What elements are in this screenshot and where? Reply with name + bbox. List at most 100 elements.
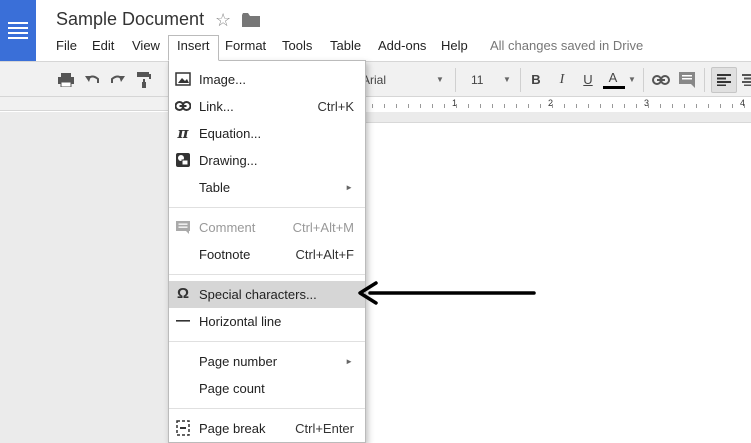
ruler-tick — [504, 104, 505, 108]
ruler-tick — [396, 104, 397, 108]
folder-icon[interactable] — [242, 13, 260, 27]
menu-item-special-characters[interactable]: Ω Special characters... — [169, 281, 365, 308]
menu-item-equation[interactable]: π Equation... — [169, 120, 365, 147]
ruler-tick — [648, 104, 649, 108]
link-icon — [175, 101, 191, 111]
menu-help[interactable]: Help — [433, 35, 476, 59]
menu-file[interactable]: File — [48, 35, 85, 59]
menu-item-shortcut: Ctrl+Alt+M — [292, 220, 354, 235]
menu-tools[interactable]: Tools — [274, 35, 320, 59]
menu-format[interactable]: Format — [217, 35, 274, 59]
toolbar-divider — [704, 68, 705, 92]
menu-separator — [169, 207, 365, 208]
text-color-caret-icon[interactable]: ▼ — [628, 62, 636, 98]
ruler-tick — [672, 104, 673, 108]
horizontal-line-icon — [176, 320, 190, 322]
drawing-icon — [176, 153, 190, 167]
menu-item-footnote[interactable]: Footnote Ctrl+Alt+F — [169, 241, 365, 268]
menu-item-label: Special characters... — [199, 287, 317, 302]
menu-item-page-count[interactable]: Page count — [169, 375, 365, 402]
ruler-tick — [732, 104, 733, 108]
ruler: 1 2 3 4 — [0, 97, 751, 111]
omega-icon: Ω — [176, 285, 190, 302]
menu-item-label: Link... — [199, 99, 234, 114]
menu-item-page-number[interactable]: Page number ► — [169, 348, 365, 375]
text-color-button[interactable]: A — [606, 62, 620, 98]
ruler-tick — [432, 104, 433, 108]
comment-icon — [176, 221, 190, 234]
text-color-bar — [603, 86, 625, 89]
font-size-selector[interactable]: 11 — [471, 62, 483, 98]
menu-separator — [169, 341, 365, 342]
ruler-tick — [540, 104, 541, 108]
italic-button[interactable]: I — [556, 62, 568, 98]
ruler-tick — [564, 104, 565, 108]
docs-home-icon[interactable] — [0, 0, 36, 61]
ruler-tick — [576, 104, 577, 108]
menu-item-page-break[interactable]: Page break Ctrl+Enter — [169, 415, 365, 442]
ruler-tick — [624, 104, 625, 108]
star-icon[interactable]: ☆ — [215, 9, 231, 31]
menu-item-label: Page number — [199, 354, 278, 369]
ruler-tick — [516, 104, 517, 108]
menu-item-label: Equation... — [199, 126, 262, 141]
ruler-tick — [372, 104, 373, 108]
menu-item-label: Page count — [199, 381, 265, 396]
menu-item-label: Drawing... — [199, 153, 258, 168]
menu-item-drawing[interactable]: Drawing... — [169, 147, 365, 174]
toolbar: Arial ▼ 11 ▼ B I U A ▼ — [0, 61, 751, 97]
ruler-tick — [480, 104, 481, 108]
app-header: Sample Document ☆ File Edit View Insert … — [0, 0, 751, 61]
ruler-tick — [588, 104, 589, 108]
submenu-arrow-icon: ► — [345, 183, 353, 192]
menu-item-label: Table — [199, 180, 231, 195]
annotation-arrow-icon — [358, 281, 536, 305]
menu-separator — [169, 408, 365, 409]
underline-button[interactable]: U — [582, 62, 594, 98]
menu-separator — [169, 274, 365, 275]
menu-item-shortcut: Ctrl+Enter — [295, 421, 354, 436]
menu-item-table[interactable]: Table ► — [169, 174, 365, 201]
menu-addons[interactable]: Add-ons — [370, 35, 434, 59]
redo-icon[interactable] — [110, 73, 126, 87]
ruler-tick — [468, 104, 469, 108]
ruler-tick — [600, 104, 601, 108]
menu-insert[interactable]: Insert — [168, 35, 219, 61]
align-left-icon — [717, 74, 731, 86]
menu-item-label: Footnote — [199, 247, 251, 262]
toolbar-divider — [520, 68, 521, 92]
font-caret-icon[interactable]: ▼ — [436, 62, 444, 98]
menu-item-label: Horizontal line — [199, 314, 282, 329]
toolbar-divider — [643, 68, 644, 92]
menu-item-image[interactable]: Image... — [169, 66, 365, 93]
menu-view[interactable]: View — [124, 35, 168, 59]
comment-icon[interactable] — [679, 72, 695, 88]
menu-item-comment[interactable]: Comment Ctrl+Alt+M — [169, 214, 365, 241]
bold-button[interactable]: B — [530, 62, 542, 98]
print-icon[interactable] — [58, 73, 74, 87]
menu-table[interactable]: Table — [322, 35, 369, 59]
ruler-tick — [684, 104, 685, 108]
document-title[interactable]: Sample Document — [56, 9, 204, 30]
menu-edit[interactable]: Edit — [84, 35, 122, 59]
ruler-tick — [708, 104, 709, 108]
ruler-tick — [420, 104, 421, 108]
align-left-button[interactable] — [711, 67, 737, 93]
font-size-caret-icon[interactable]: ▼ — [503, 62, 511, 98]
paint-format-icon[interactable] — [137, 72, 151, 88]
menu-item-horizontal-line[interactable]: Horizontal line — [169, 308, 365, 335]
undo-icon[interactable] — [84, 73, 100, 87]
link-icon[interactable] — [652, 75, 670, 85]
align-center-icon[interactable] — [742, 74, 751, 86]
insert-menu-dropdown: Image... Link... Ctrl+K π Equation... Dr… — [168, 60, 366, 443]
ruler-tick — [444, 104, 445, 108]
menu-item-link[interactable]: Link... Ctrl+K — [169, 93, 365, 120]
page-break-icon — [176, 420, 190, 436]
save-status: All changes saved in Drive — [490, 38, 644, 53]
menu-item-shortcut: Ctrl+Alt+F — [295, 247, 354, 262]
menu-item-label: Page break — [199, 421, 266, 436]
ruler-tick — [720, 104, 721, 108]
submenu-arrow-icon: ► — [345, 357, 353, 366]
ruler-tick — [552, 104, 553, 108]
canvas-background — [364, 112, 751, 122]
